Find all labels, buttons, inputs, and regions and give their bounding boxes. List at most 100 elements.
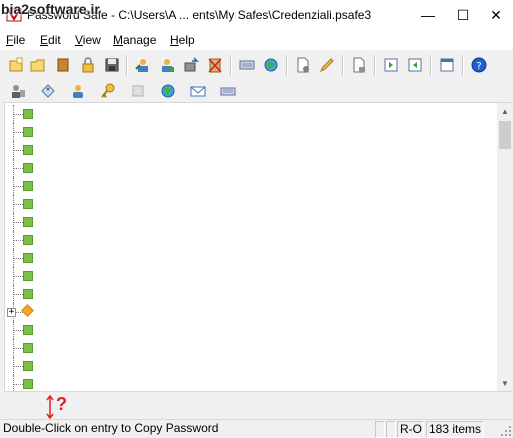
tree-line <box>13 348 23 349</box>
entry-node-icon <box>23 181 33 191</box>
close-button[interactable]: ✕ <box>479 0 513 30</box>
tree-entry-row[interactable] <box>5 177 495 195</box>
save-database-icon[interactable] <box>102 55 122 75</box>
entry-node-icon <box>23 271 33 281</box>
tree-entry-row[interactable] <box>5 141 495 159</box>
tree-line <box>13 240 23 241</box>
group-node-icon <box>21 304 34 317</box>
toolbar-separator <box>374 55 376 75</box>
entry-tree[interactable]: + ▲ ▼ <box>4 102 513 393</box>
add-entry-icon[interactable] <box>237 55 257 75</box>
copy-password-icon[interactable] <box>157 55 177 75</box>
entry-node-icon <box>23 145 33 155</box>
tree-expander-icon[interactable]: + <box>7 308 16 317</box>
menu-edit[interactable]: Edit <box>40 33 61 47</box>
toolbar-separator <box>126 55 128 75</box>
tree-line <box>13 276 23 277</box>
tree-line <box>13 186 23 187</box>
tree-line <box>13 258 23 259</box>
edit-entry-icon[interactable] <box>317 55 337 75</box>
delete-entry-icon[interactable] <box>349 55 369 75</box>
help-question-mark: ? <box>56 394 67 414</box>
lock-database-icon[interactable] <box>78 55 98 75</box>
tree-entry-row[interactable] <box>5 375 495 393</box>
entry-node-icon <box>23 217 33 227</box>
menu-file[interactable]: File <box>6 33 25 47</box>
tree-line <box>13 114 23 115</box>
status-item-count: 183 items <box>426 421 484 438</box>
expand-all-icon[interactable] <box>381 55 401 75</box>
tree-entry-row[interactable] <box>5 357 495 375</box>
tree-group-row[interactable]: + <box>5 303 495 321</box>
maximize-button[interactable]: ☐ <box>446 0 480 30</box>
close-database-icon[interactable] <box>53 55 73 75</box>
password-key-icon[interactable] <box>98 81 118 101</box>
entry-node-icon <box>23 379 33 389</box>
help-hint-area: ? <box>0 392 513 419</box>
tree-entry-row[interactable] <box>5 195 495 213</box>
tree-line <box>13 222 23 223</box>
vertical-scrollbar[interactable]: ▲ ▼ <box>497 103 513 391</box>
secondary-toolbar <box>0 78 513 104</box>
entry-node-icon <box>23 199 33 209</box>
add-group-icon[interactable] <box>293 55 313 75</box>
svg-text:?: ? <box>476 61 481 72</box>
tree-entry-row[interactable] <box>5 321 495 339</box>
copy-username-icon[interactable] <box>133 55 153 75</box>
title-bar: Password Safe - C:\Users\A ... ents\My S… <box>0 0 513 30</box>
entry-node-icon <box>23 109 33 119</box>
tree-line <box>13 330 23 331</box>
clear-clipboard-icon[interactable] <box>205 55 225 75</box>
tree-entry-row[interactable] <box>5 105 495 123</box>
tree-entry-row[interactable] <box>5 123 495 141</box>
resize-arrow-icon <box>46 395 54 419</box>
tree-line <box>13 384 23 385</box>
toolbar-separator <box>462 55 464 75</box>
status-read-only: R-O <box>397 421 424 438</box>
help-icon[interactable]: ? <box>469 55 489 75</box>
watermark-text: bia2software.ir <box>1 1 100 17</box>
tree-entry-row[interactable] <box>5 285 495 303</box>
tree-line <box>13 204 23 205</box>
status-message: Double-Click on entry to Copy Password <box>3 421 219 435</box>
autotype-icon[interactable] <box>181 55 201 75</box>
menu-help[interactable]: Help <box>170 33 195 47</box>
entry-node-icon <box>23 127 33 137</box>
toolbar-separator <box>286 55 288 75</box>
main-toolbar: ? <box>0 52 513 78</box>
toolbar-separator <box>342 55 344 75</box>
username-icon[interactable] <box>68 81 88 101</box>
open-database-icon[interactable] <box>28 55 48 75</box>
scroll-thumb[interactable] <box>499 121 511 149</box>
status-pane-empty <box>386 421 396 438</box>
collapse-all-icon[interactable] <box>405 55 425 75</box>
menu-bar: File Edit View Manage Help <box>0 30 513 51</box>
tree-entry-row[interactable] <box>5 249 495 267</box>
user-password-icon[interactable] <box>8 81 28 101</box>
entry-node-icon <box>23 235 33 245</box>
tree-entry-row[interactable] <box>5 267 495 285</box>
menu-view[interactable]: View <box>75 33 101 47</box>
blank-icon[interactable] <box>128 81 148 101</box>
browse-icon[interactable] <box>158 81 178 101</box>
tree-line <box>13 132 23 133</box>
tree-line <box>13 168 23 169</box>
resize-grip-icon[interactable] <box>500 425 512 437</box>
menu-manage[interactable]: Manage <box>113 33 156 47</box>
tree-entry-row[interactable] <box>5 339 495 357</box>
entry-node-icon <box>23 163 33 173</box>
entry-node-icon <box>23 325 33 335</box>
notes-icon[interactable] <box>38 81 58 101</box>
scroll-down-button[interactable]: ▼ <box>497 375 513 391</box>
tree-entry-row[interactable] <box>5 231 495 249</box>
email-icon[interactable] <box>188 81 208 101</box>
scroll-up-button[interactable]: ▲ <box>497 103 513 119</box>
browse-url-icon[interactable] <box>261 55 281 75</box>
new-database-icon[interactable] <box>6 55 26 75</box>
tree-entry-row[interactable] <box>5 159 495 177</box>
toolbar-separator <box>430 55 432 75</box>
options-icon[interactable] <box>437 55 457 75</box>
minimize-button[interactable]: — <box>411 0 445 30</box>
tree-entry-row[interactable] <box>5 213 495 231</box>
keyboard-icon[interactable] <box>218 81 238 101</box>
